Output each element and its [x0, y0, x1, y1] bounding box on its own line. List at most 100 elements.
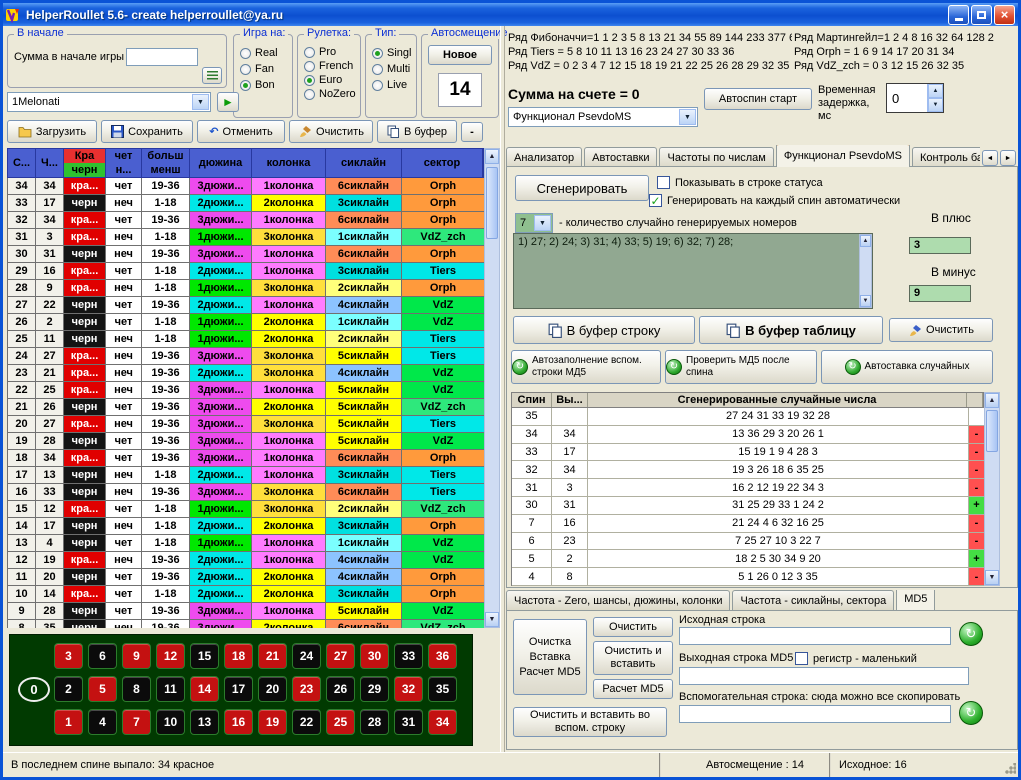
board-number-9[interactable]: 9	[122, 643, 151, 669]
generated-row[interactable]: 5218 2 5 30 34 9 20+	[512, 550, 985, 568]
history-row[interactable]: 3234кра...чет19-363дюжи...1колонка6сикла…	[8, 212, 485, 229]
undo-button[interactable]: ↶ Отменить	[197, 120, 285, 143]
board-number-4[interactable]: 4	[88, 709, 117, 735]
board-number-23[interactable]: 23	[292, 676, 321, 702]
history-row[interactable]: 1512кра...чет1-181дюжи...3колонка2сиклай…	[8, 501, 485, 518]
radio-option-bon[interactable]: Bon	[240, 79, 290, 91]
radio-option-singl[interactable]: Singl	[372, 47, 414, 59]
tab-анализатор[interactable]: Анализатор	[506, 147, 582, 167]
scroll-down-icon[interactable]: ▼	[860, 295, 871, 307]
history-row[interactable]: 2722чернчет19-362дюжи...1колонка4сиклайн…	[8, 297, 485, 314]
history-row[interactable]: 3031черннеч19-363дюжи...1колонка6сиклайн…	[8, 246, 485, 263]
md5-helper-refresh-button[interactable]: ↻	[959, 701, 983, 725]
delay-value[interactable]: 0	[887, 84, 927, 112]
board-number-16[interactable]: 16	[224, 709, 253, 735]
spinner-down-icon[interactable]: ▼	[928, 98, 943, 112]
chevron-down-icon[interactable]: ▼	[192, 94, 209, 110]
history-row[interactable]: 3317черннеч1-182дюжи...2колонка3сиклайнO…	[8, 195, 485, 212]
history-row[interactable]: 134чернчет1-181дюжи...1колонка1сиклайнVd…	[8, 535, 485, 552]
maximize-button[interactable]	[971, 5, 992, 25]
list-button[interactable]	[202, 67, 222, 84]
board-number-2[interactable]: 2	[54, 676, 83, 702]
history-row[interactable]: 1633черннеч19-363дюжи...3колонка6сиклайн…	[8, 484, 485, 501]
history-row[interactable]: 1120чернчет19-362дюжи...2колонка4сиклайн…	[8, 569, 485, 586]
board-number-1[interactable]: 1	[54, 709, 83, 735]
radio-option-fan[interactable]: Fan	[240, 63, 290, 75]
board-number-29[interactable]: 29	[360, 676, 389, 702]
tab-автоставки[interactable]: Автоставки	[584, 147, 657, 167]
tab-функционал-psevdoms[interactable]: Функционал PsevdoMS	[776, 145, 910, 167]
chevron-down-icon[interactable]: ▼	[534, 215, 551, 231]
md5-source-refresh-button[interactable]: ↻	[959, 622, 983, 646]
radio-option-pro[interactable]: Pro	[304, 46, 358, 58]
generated-row[interactable]: 71621 24 4 6 32 16 25-	[512, 515, 985, 533]
play-button[interactable]: ►	[217, 92, 239, 112]
board-number-6[interactable]: 6	[88, 643, 117, 669]
board-number-21[interactable]: 21	[258, 643, 287, 669]
board-number-33[interactable]: 33	[394, 643, 423, 669]
tab-md5[interactable]: MD5	[896, 590, 935, 610]
board-number-19[interactable]: 19	[258, 709, 287, 735]
buffer-line-button[interactable]: В буфер строку	[513, 316, 695, 344]
history-row[interactable]: 835черннеч19-363дюжи...2колонка6сиклайнV…	[8, 620, 485, 628]
board-number-8[interactable]: 8	[122, 676, 151, 702]
board-number-5[interactable]: 5	[88, 676, 117, 702]
history-row[interactable]: 2916кра...чет1-182дюжи...1колонка3сиклай…	[8, 263, 485, 280]
board-number-22[interactable]: 22	[292, 709, 321, 735]
history-row[interactable]: 1014кра...чет1-182дюжи...2колонка3сиклай…	[8, 586, 485, 603]
tab-частота-сиклайны-сектора[interactable]: Частота - сиклайны, сектора	[732, 590, 894, 610]
history-row[interactable]: 313кра...неч1-181дюжи...3колонка1сиклайн…	[8, 229, 485, 246]
spinner-up-icon[interactable]: ▲	[928, 84, 943, 98]
delay-spinner[interactable]: 0 ▲ ▼	[886, 83, 944, 113]
board-number-0[interactable]: 0	[18, 677, 50, 702]
history-row[interactable]: 1417черннеч1-182дюжи...2колонка3сиклайнO…	[8, 518, 485, 535]
board-number-28[interactable]: 28	[360, 709, 389, 735]
board-number-35[interactable]: 35	[428, 676, 457, 702]
resize-grip[interactable]	[1004, 763, 1016, 775]
generated-row[interactable]: 331715 19 1 9 4 28 3-	[512, 444, 985, 462]
generated-numbers-text[interactable]: 1) 27; 2) 24; 3) 31; 4) 33; 5) 19; 6) 32…	[513, 233, 873, 309]
history-row[interactable]: 1928чернчет19-363дюжи...1колонка5сиклайн…	[8, 433, 485, 450]
load-button[interactable]: Загрузить	[7, 120, 97, 143]
history-scrollbar[interactable]: ▲ ▼	[484, 148, 500, 628]
count-select[interactable]: 7 ▼	[515, 213, 553, 233]
generate-button[interactable]: Сгенерировать	[515, 175, 649, 201]
scroll-down-icon[interactable]: ▼	[485, 612, 499, 627]
board-number-20[interactable]: 20	[258, 676, 287, 702]
scroll-up-icon[interactable]: ▲	[860, 235, 871, 247]
scroll-up-icon[interactable]: ▲	[485, 149, 499, 164]
radio-option-multi[interactable]: Multi	[372, 63, 414, 75]
history-row[interactable]: 262чернчет1-181дюжи...2колонка1сиклайнVd…	[8, 314, 485, 331]
generated-text-scrollbar[interactable]: ▲ ▼	[859, 234, 872, 308]
md5-helper-input[interactable]	[679, 705, 951, 723]
radio-option-live[interactable]: Live	[372, 79, 414, 91]
tab-scroll-left-icon[interactable]: ◄	[982, 150, 998, 166]
generated-row[interactable]: 3527 24 31 33 19 32 28	[512, 408, 985, 426]
radio-option-nozero[interactable]: NoZero	[304, 88, 358, 100]
board-number-32[interactable]: 32	[394, 676, 423, 702]
clear-generated-button[interactable]: Очистить	[889, 318, 993, 342]
history-row[interactable]: 2126чернчет19-363дюжи...2колонка5сиклайн…	[8, 399, 485, 416]
auto-generate-checkbox[interactable]: ✓ Генерировать на каждый спин автоматиче…	[649, 194, 900, 207]
start-sum-input[interactable]	[126, 48, 198, 66]
board-number-18[interactable]: 18	[224, 643, 253, 669]
history-row[interactable]: 2027кра...неч19-363дюжи...3колонка5сикла…	[8, 416, 485, 433]
buffer-table-button[interactable]: В буфер таблицу	[699, 316, 883, 344]
generated-table-scrollbar[interactable]: ▲ ▼	[984, 392, 1000, 586]
generated-row[interactable]: 6237 25 27 10 3 22 7-	[512, 533, 985, 551]
md5-clear-paste-helper-button[interactable]: Очистить и вставить во вспом. строку	[513, 707, 667, 737]
board-number-34[interactable]: 34	[428, 709, 457, 735]
preset-select[interactable]: 1Melonati ▼	[7, 92, 211, 112]
board-number-10[interactable]: 10	[156, 709, 185, 735]
autobet-button[interactable]: ↻ Автоставка случайных	[821, 350, 993, 384]
minus-button[interactable]: -	[461, 122, 483, 142]
close-button[interactable]: ×	[994, 5, 1015, 25]
board-number-24[interactable]: 24	[292, 643, 321, 669]
board-number-3[interactable]: 3	[54, 643, 83, 669]
save-button[interactable]: Сохранить	[101, 120, 193, 143]
buffer-button[interactable]: В буфер	[377, 120, 457, 143]
autofill-md5-button[interactable]: ↻ Автозаполнение вспом. строки МД5	[511, 350, 661, 384]
md5-clear-button[interactable]: Очистить	[593, 617, 673, 637]
tab-частота-zero-шансы-дюжины-колонки[interactable]: Частота - Zero, шансы, дюжины, колонки	[506, 590, 730, 610]
chevron-down-icon[interactable]: ▼	[679, 109, 696, 125]
